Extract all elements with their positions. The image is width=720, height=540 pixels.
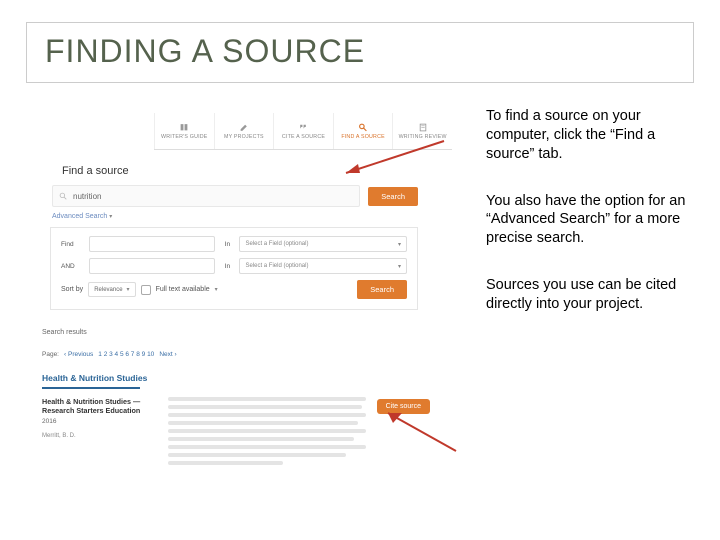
search-results-label: Search results: [42, 329, 87, 336]
snippet-line: [168, 437, 354, 441]
and-label: AND: [61, 263, 83, 270]
snippet-line: [168, 461, 283, 465]
fulltext-label: Full text available: [156, 286, 210, 293]
advanced-row-1: Find In Select a Field (optional) ▾: [61, 236, 407, 252]
advanced-search-panel: Find In Select a Field (optional) ▾ AND …: [50, 227, 418, 310]
book-icon: [179, 123, 189, 132]
sortby-select[interactable]: Relevance ▾: [88, 282, 135, 297]
nav-find-a-source[interactable]: FIND A SOURCE: [333, 113, 393, 149]
result-author: Merritt, B. D.: [42, 433, 154, 439]
nav-my-projects[interactable]: MY PROJECTS: [214, 113, 274, 149]
fulltext-checkbox[interactable]: [141, 285, 151, 295]
page-numbers[interactable]: 1 2 3 4 5 6 7 8 9 10: [98, 351, 154, 358]
basic-search-row: nutrition Search: [52, 185, 418, 207]
chevron-down-icon: ▾: [109, 214, 112, 220]
in-label: In: [221, 263, 233, 270]
result-snippet: [168, 397, 366, 463]
side-text: To find a source on your computer, click…: [486, 107, 694, 469]
search-icon: [59, 192, 68, 201]
pagination: Page: ‹ Previous 1 2 3 4 5 6 7 8 9 10 Ne…: [42, 351, 177, 358]
sortby-label: Sort by: [61, 286, 83, 293]
advanced-field-select-1[interactable]: Select a Field (optional) ▾: [239, 236, 407, 252]
next-page[interactable]: Next ›: [159, 351, 176, 358]
quote-icon: [298, 123, 308, 132]
nav-writing-review[interactable]: WRITING REVIEW: [392, 113, 452, 149]
snippet-line: [168, 445, 366, 449]
select-placeholder: Select a Field (optional): [245, 241, 308, 247]
prev-page[interactable]: ‹ Previous: [64, 351, 93, 358]
page-label: Page:: [42, 351, 59, 358]
nav-label: MY PROJECTS: [224, 134, 264, 140]
advanced-field-select-2[interactable]: Select a Field (optional) ▾: [239, 258, 407, 274]
snippet-line: [168, 413, 366, 417]
nav-writers-guide[interactable]: WRITER'S GUIDE: [154, 113, 214, 149]
find-heading: Find a source: [62, 165, 129, 177]
doc-icon: [418, 123, 428, 132]
search-value: nutrition: [73, 192, 101, 201]
result-card: Health & Nutrition Studies — Research St…: [42, 397, 430, 463]
chevron-down-icon: ▾: [215, 286, 218, 293]
in-label: In: [221, 241, 233, 248]
title-bar: FINDING A SOURCE: [26, 22, 694, 83]
snippet-line: [168, 397, 366, 401]
chevron-down-icon: ▾: [398, 263, 401, 270]
snippet-line: [168, 429, 366, 433]
select-placeholder: Select a Field (optional): [245, 263, 308, 269]
prev-label: Previous: [68, 351, 93, 358]
side-paragraph-3: Sources you use can be cited directly in…: [486, 276, 694, 314]
chevron-down-icon: ▾: [127, 286, 130, 293]
nav-label: WRITING REVIEW: [399, 134, 447, 140]
app-screenshot: WRITER'S GUIDE MY PROJECTS CITE A SOURCE…: [22, 107, 458, 469]
nav-label: CITE A SOURCE: [282, 134, 325, 140]
next-label: Next: [159, 351, 172, 358]
topic-heading: Health & Nutrition Studies: [42, 373, 147, 383]
search-input[interactable]: nutrition: [52, 185, 360, 207]
result-meta: Health & Nutrition Studies — Research St…: [42, 397, 154, 439]
advanced-term-input-1[interactable]: [89, 236, 215, 252]
nav-label: FIND A SOURCE: [341, 134, 385, 140]
side-paragraph-1: To find a source on your computer, click…: [486, 107, 694, 164]
advanced-search-label: Advanced Search: [52, 213, 107, 220]
result-title[interactable]: Health & Nutrition Studies — Research St…: [42, 397, 154, 415]
snippet-line: [168, 421, 358, 425]
cite-source-button[interactable]: Cite source: [377, 399, 430, 414]
chevron-down-icon: ▾: [398, 241, 401, 248]
find-label: Find: [61, 241, 83, 248]
nav-cite-a-source[interactable]: CITE A SOURCE: [273, 113, 333, 149]
advanced-search-button[interactable]: Search: [357, 280, 407, 299]
advanced-term-input-2[interactable]: [89, 258, 215, 274]
content-row: WRITER'S GUIDE MY PROJECTS CITE A SOURCE…: [22, 107, 698, 469]
pencil-icon: [239, 123, 249, 132]
result-year: 2016: [42, 418, 154, 425]
nav-label: WRITER'S GUIDE: [161, 134, 207, 140]
advanced-row-2: AND In Select a Field (optional) ▾: [61, 258, 407, 274]
snippet-line: [168, 453, 346, 457]
side-paragraph-2: You also have the option for an “Advance…: [486, 192, 694, 249]
top-nav: WRITER'S GUIDE MY PROJECTS CITE A SOURCE…: [154, 113, 452, 150]
sort-group: Sort by Relevance ▾ Full text available …: [61, 282, 218, 297]
search-icon: [358, 123, 368, 132]
topic-underline: [42, 387, 140, 389]
search-button[interactable]: Search: [368, 187, 418, 206]
page-title: FINDING A SOURCE: [45, 33, 365, 69]
advanced-search-link[interactable]: Advanced Search ▾: [52, 213, 112, 220]
sortby-value: Relevance: [94, 287, 122, 293]
advanced-bottom-row: Sort by Relevance ▾ Full text available …: [61, 280, 407, 299]
snippet-line: [168, 405, 362, 409]
